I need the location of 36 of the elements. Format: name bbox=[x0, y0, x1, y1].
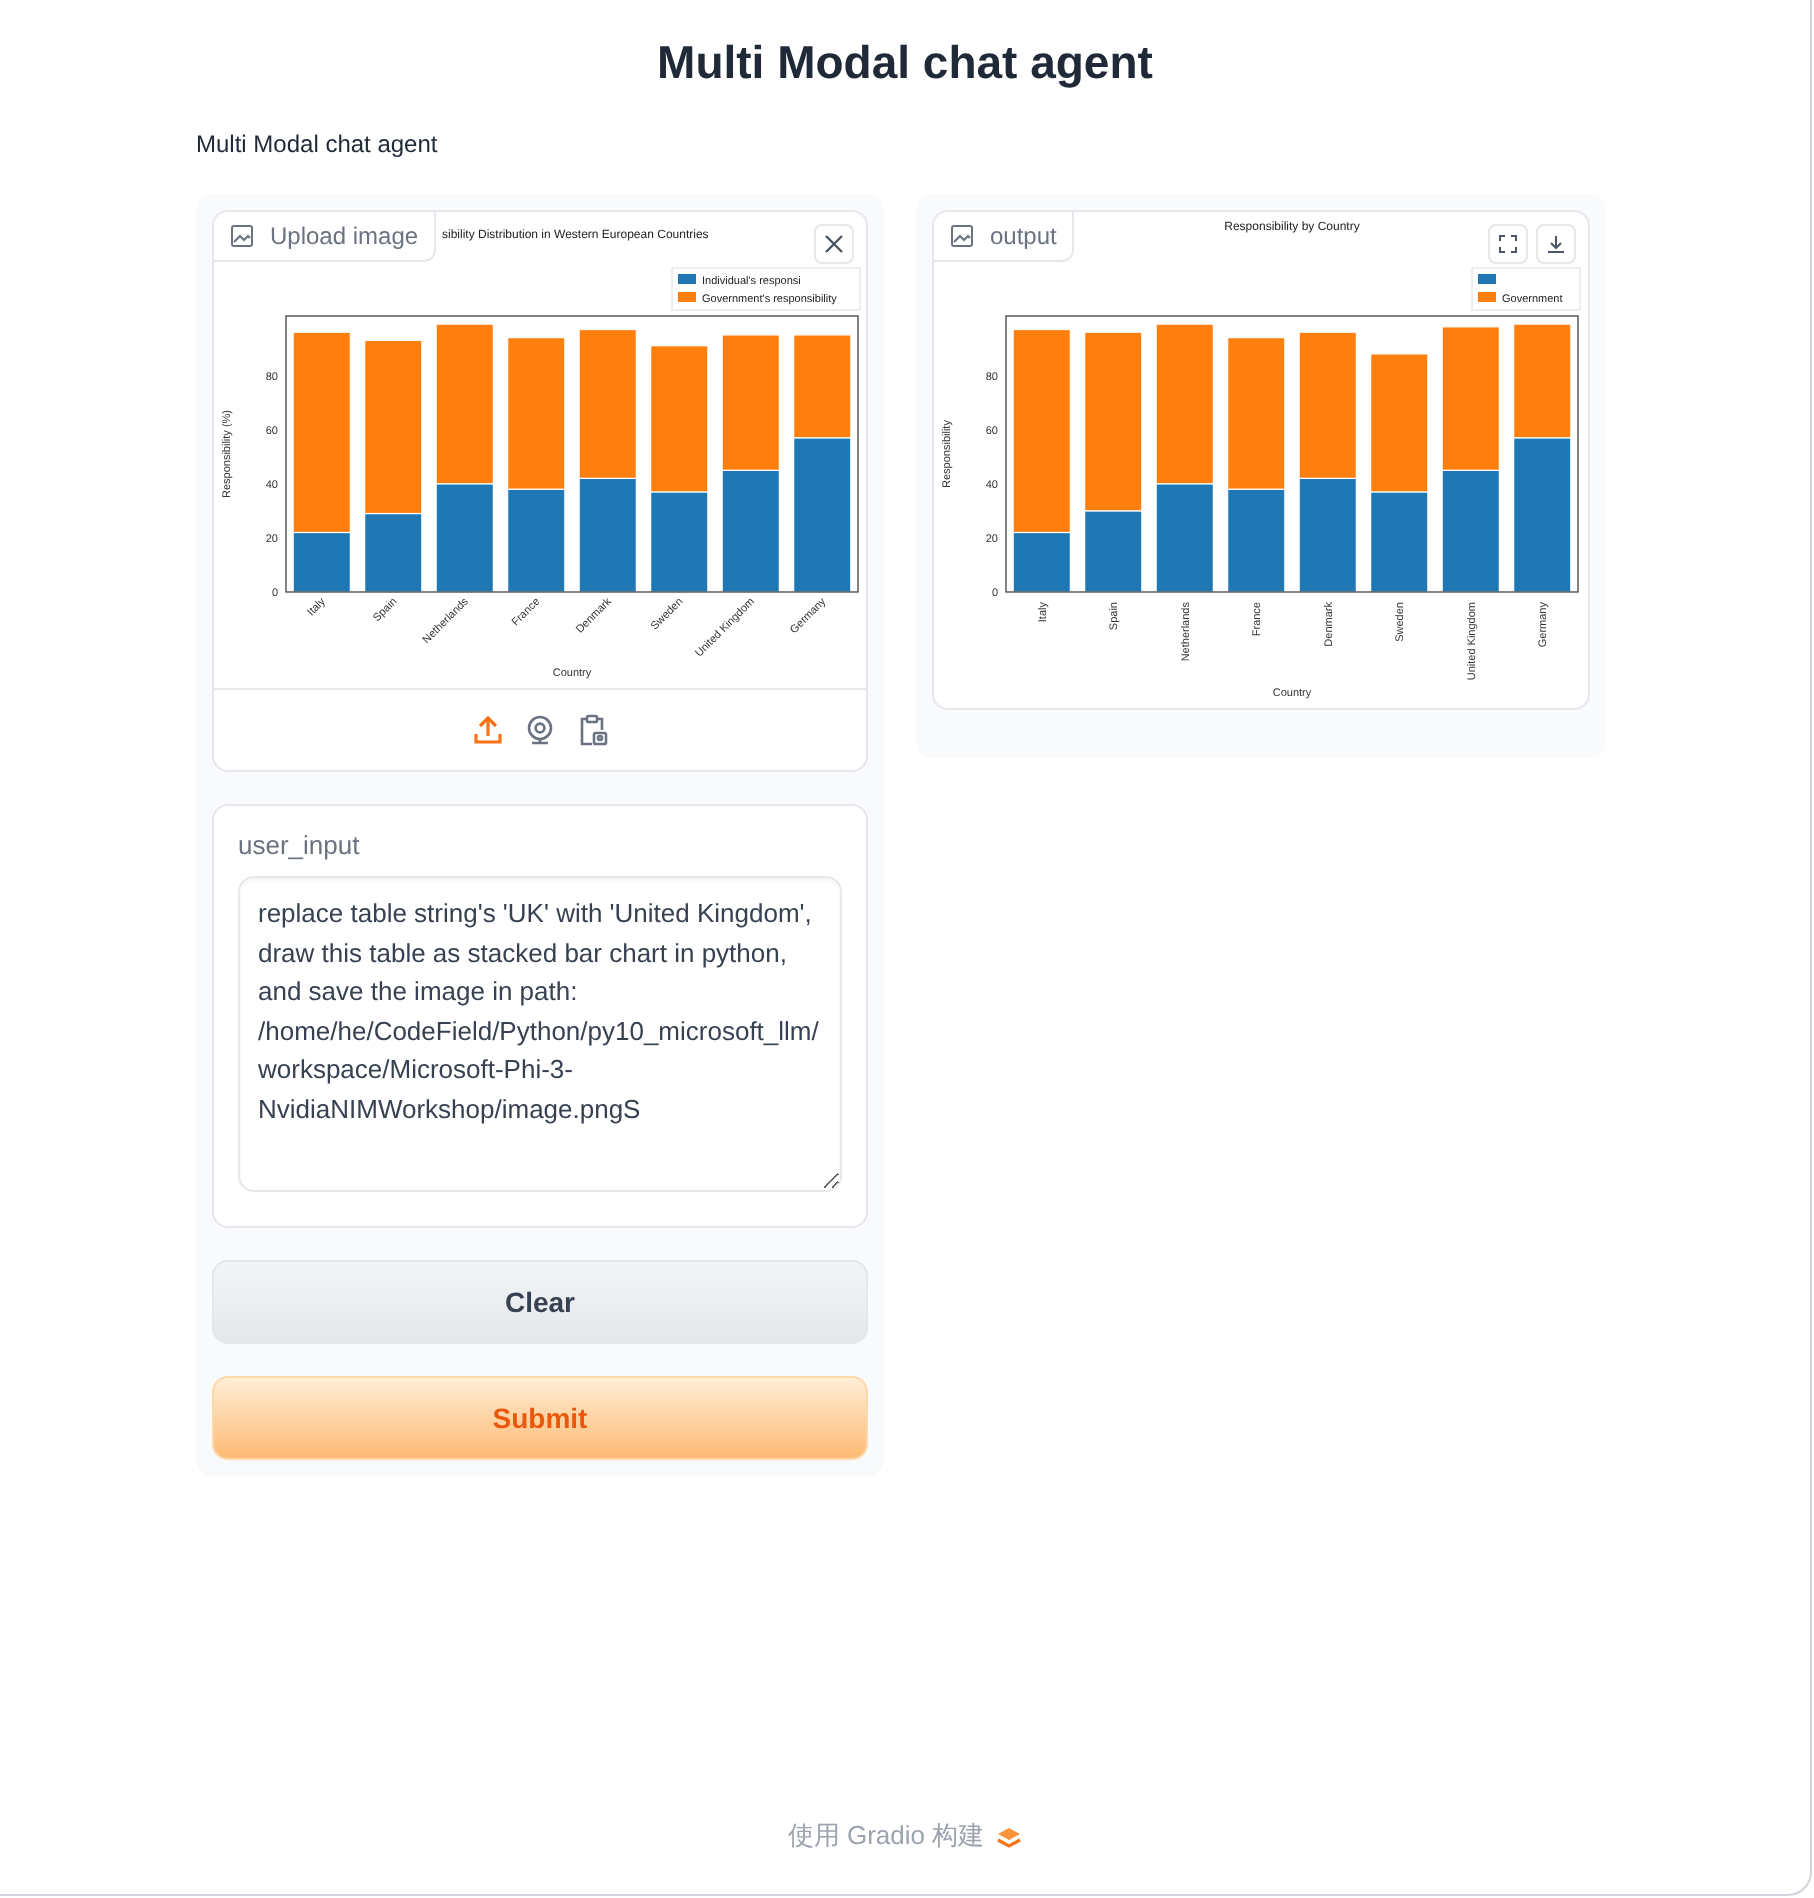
image-icon bbox=[230, 224, 254, 248]
webcam-button[interactable] bbox=[524, 714, 556, 746]
bar bbox=[1370, 353, 1429, 493]
bar bbox=[721, 469, 780, 593]
upload-button[interactable] bbox=[472, 714, 504, 746]
bar bbox=[1370, 491, 1429, 593]
text-area[interactable]: replace table string's 'UK' with 'United Kingdom', draw this table as stacked bar chart in python, and save the image in path: /home/he/CodeField/Python/py10_microsoft_llm/workspace/Microsoft-Phi-3-NvidiaNIMWorkshop/image.pngS bbox=[238, 876, 842, 1192]
fullscreen-button[interactable] bbox=[1488, 224, 1528, 264]
fullscreen-icon bbox=[1498, 234, 1518, 254]
legend-swatch bbox=[678, 292, 696, 302]
clipboard-icon bbox=[576, 714, 608, 746]
download-button[interactable] bbox=[1536, 224, 1576, 264]
legend-background bbox=[1471, 267, 1581, 311]
bar bbox=[1441, 469, 1500, 593]
legend-swatch bbox=[1478, 274, 1496, 284]
webcam-icon bbox=[524, 714, 556, 746]
legend-swatch bbox=[678, 274, 696, 284]
legend-swatch bbox=[1478, 292, 1496, 302]
image-icon bbox=[950, 224, 974, 248]
bar bbox=[1298, 477, 1357, 593]
label-text: Upload image bbox=[270, 222, 419, 250]
field-label: user_input bbox=[238, 830, 362, 860]
footer-text: 使用 Gradio 构建 bbox=[787, 1818, 985, 1854]
bar bbox=[721, 334, 780, 471]
upload-icon bbox=[472, 714, 504, 746]
close-button[interactable] bbox=[814, 224, 854, 264]
bar bbox=[578, 477, 637, 593]
page-title: Multi Modal chat agent bbox=[655, 36, 1155, 90]
description: Multi Modal chat agent bbox=[196, 130, 440, 158]
logo-icon bbox=[996, 1825, 1023, 1847]
close-icon bbox=[824, 234, 844, 254]
bar bbox=[1513, 323, 1572, 439]
label-text: output bbox=[990, 222, 1057, 250]
clipboard-button[interactable] bbox=[576, 714, 608, 746]
clear-button[interactable]: Clear bbox=[212, 1260, 868, 1344]
download-icon bbox=[1546, 234, 1566, 254]
